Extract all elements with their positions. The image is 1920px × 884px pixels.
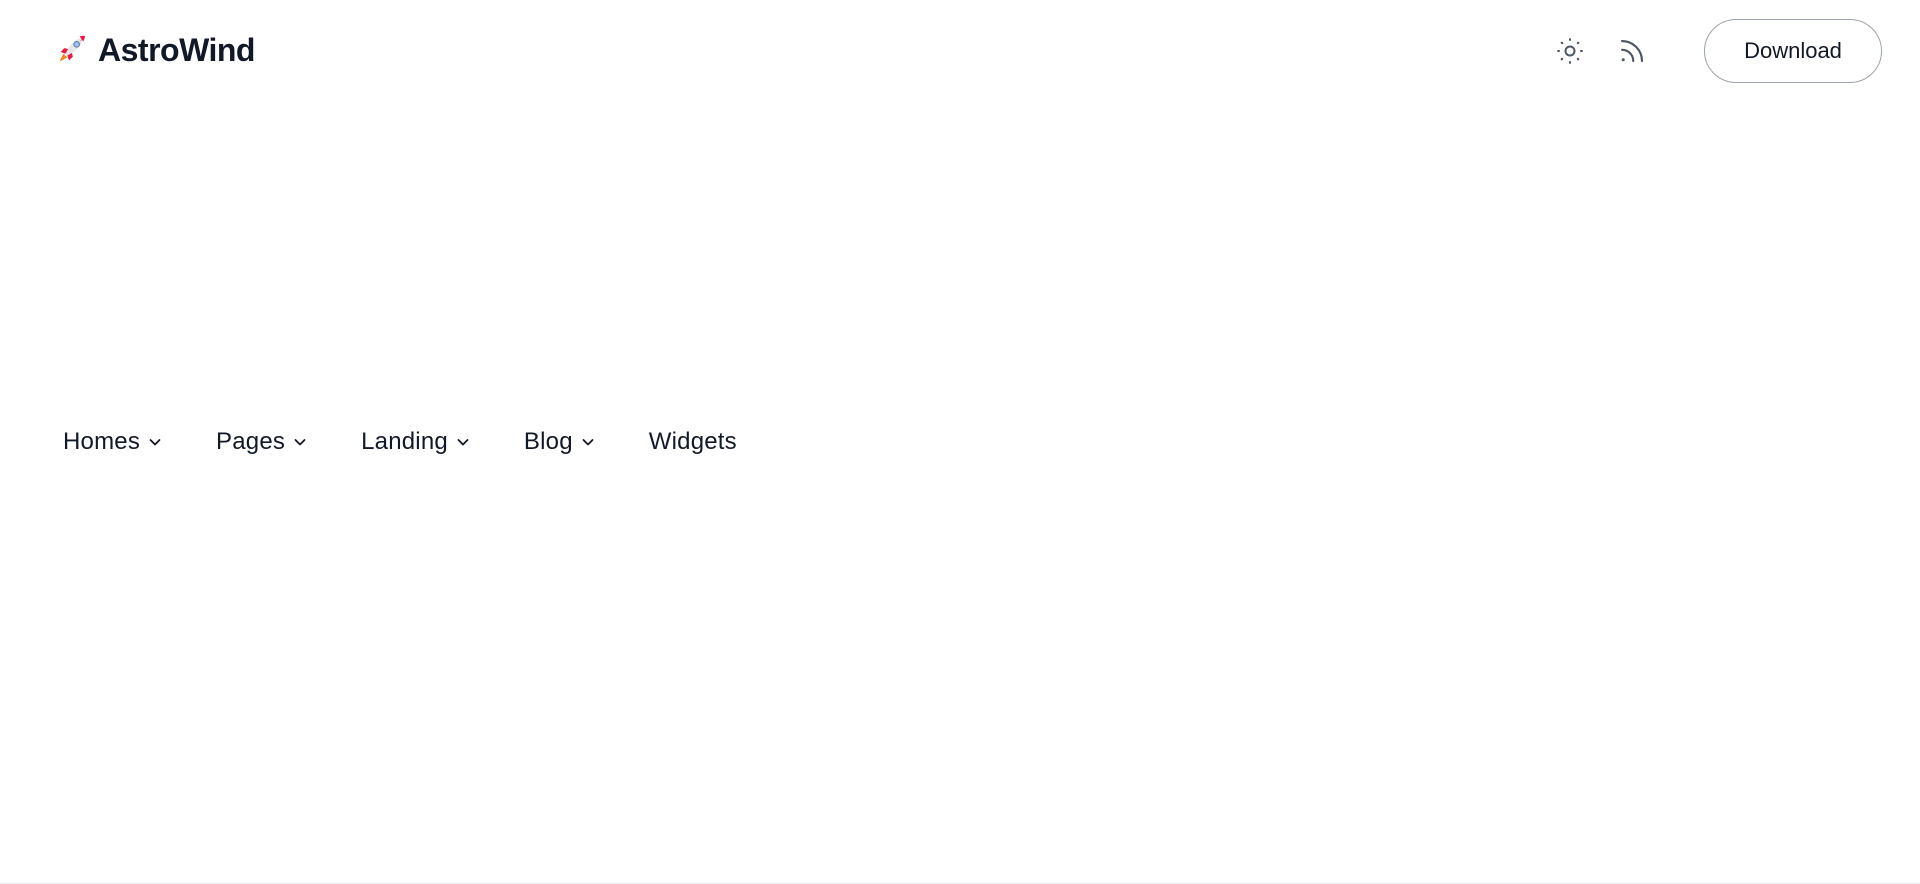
nav-item-widgets[interactable]: Widgets [634,428,752,456]
chevron-down-icon [448,434,471,450]
sun-icon [1555,36,1585,66]
nav-item-label: Widgets [648,428,737,455]
rocket-icon [54,33,88,67]
brand-home-link[interactable]: AstroWind [54,30,255,70]
nav-item-homes[interactable]: Homes [48,428,178,456]
main-nav: Homes Pages Landing Blog Widgets [48,420,752,464]
download-button[interactable]: Download [1704,19,1882,83]
page: AstroWind Download Homes Pages Landing B… [0,0,1920,884]
chevron-down-icon [573,434,596,450]
nav-item-label: Blog [523,428,573,455]
nav-item-label: Landing [361,428,448,455]
header-actions: Download [1550,18,1882,84]
chevron-down-icon [285,434,308,450]
nav-item-label: Homes [63,428,141,455]
brand-name: AstroWind [98,31,255,68]
chevron-down-icon [140,434,163,450]
theme-toggle-button[interactable] [1550,31,1590,71]
nav-item-blog[interactable]: Blog [509,428,611,456]
nav-item-label: Pages [216,428,286,455]
rss-feed-link[interactable] [1612,31,1652,71]
nav-item-landing[interactable]: Landing [346,428,486,456]
rss-icon [1617,36,1647,66]
nav-item-pages[interactable]: Pages [201,428,323,456]
